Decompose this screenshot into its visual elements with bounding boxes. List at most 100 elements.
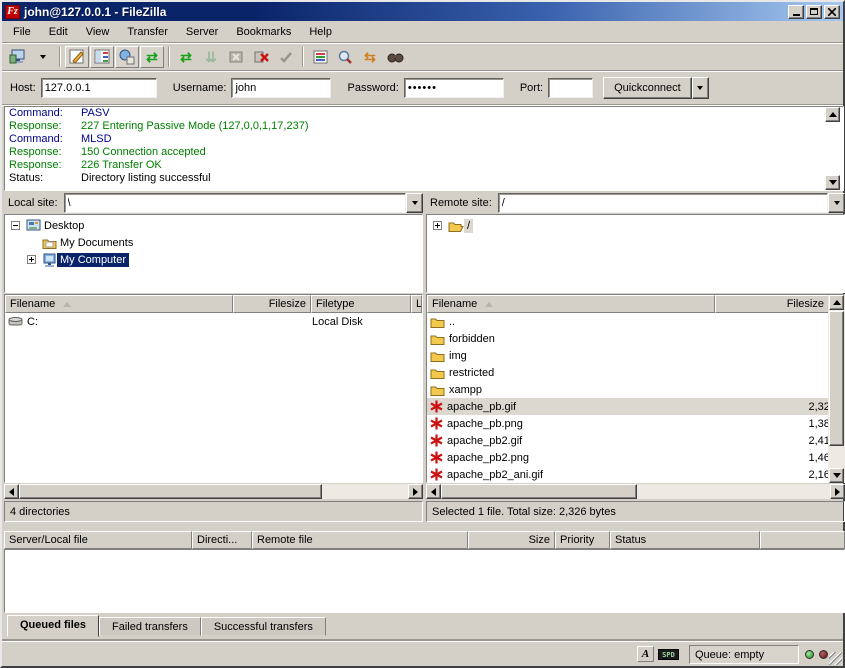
tree-item-label: My Computer bbox=[57, 253, 129, 267]
refresh-button[interactable]: ⇄ bbox=[174, 46, 198, 68]
remote-file-row[interactable]: .. bbox=[427, 313, 844, 330]
scroll-down-button[interactable] bbox=[825, 175, 840, 190]
expand-icon[interactable] bbox=[433, 221, 442, 230]
scrollbar-thumb[interactable] bbox=[829, 311, 844, 446]
column-header-last-modified[interactable]: L bbox=[411, 295, 422, 313]
cancel-operation-button[interactable] bbox=[224, 46, 248, 68]
remote-vscrollbar[interactable] bbox=[828, 295, 845, 483]
column-header-filetype[interactable]: Filetype bbox=[311, 295, 411, 313]
host-label: Host: bbox=[10, 82, 36, 94]
scroll-down-button[interactable] bbox=[829, 468, 844, 483]
remote-file-row[interactable]: apache_pb2_ani.gif2,160 bbox=[427, 466, 844, 483]
local-hscrollbar[interactable] bbox=[4, 484, 423, 499]
reconnect-button[interactable] bbox=[274, 46, 298, 68]
scroll-up-button[interactable] bbox=[829, 295, 844, 310]
tree-item-desktop[interactable]: Desktop bbox=[5, 217, 422, 234]
remote-file-row[interactable]: restricted bbox=[427, 364, 844, 381]
status-bar: A SPD Queue: empty bbox=[2, 641, 843, 666]
column-header-priority[interactable]: Priority bbox=[555, 531, 610, 549]
scroll-left-button[interactable] bbox=[426, 484, 441, 499]
scroll-up-button[interactable] bbox=[825, 107, 840, 122]
minimize-button[interactable] bbox=[788, 5, 804, 19]
menu-help[interactable]: Help bbox=[300, 24, 341, 40]
menu-view[interactable]: View bbox=[77, 24, 119, 40]
tree-item-my-documents[interactable]: My Documents bbox=[5, 234, 422, 251]
title-bar[interactable]: Fz john@127.0.0.1 - FileZilla bbox=[2, 2, 843, 21]
image-file-icon bbox=[430, 468, 443, 481]
tab-queued-files[interactable]: Queued files bbox=[7, 615, 99, 637]
menu-file[interactable]: File bbox=[4, 24, 40, 40]
password-input[interactable] bbox=[404, 78, 504, 98]
toggle-remote-tree-button[interactable] bbox=[115, 46, 139, 68]
local-status-text: 4 directories bbox=[10, 506, 70, 518]
remote-site-input[interactable] bbox=[498, 193, 828, 213]
tab-failed-transfers[interactable]: Failed transfers bbox=[99, 617, 201, 636]
column-header-remote-file[interactable]: Remote file bbox=[252, 531, 468, 549]
column-header-server-local-file[interactable]: Server/Local file bbox=[4, 531, 192, 549]
username-input[interactable] bbox=[231, 78, 331, 98]
queue-list[interactable] bbox=[4, 549, 845, 613]
quickconnect-button[interactable]: Quickconnect bbox=[603, 77, 692, 99]
resize-grip[interactable] bbox=[829, 652, 842, 665]
remote-hscrollbar[interactable] bbox=[426, 484, 845, 499]
username-label: Username: bbox=[173, 82, 227, 94]
port-input[interactable] bbox=[548, 78, 593, 98]
directory-comparison-button[interactable] bbox=[333, 46, 357, 68]
remote-site-dropdown[interactable] bbox=[828, 193, 845, 213]
toggle-transfer-queue-button[interactable]: ⇄ bbox=[140, 46, 164, 68]
remote-site-combo[interactable] bbox=[498, 193, 845, 213]
disconnect-button[interactable] bbox=[249, 46, 273, 68]
tree-item-my-computer[interactable]: My Computer bbox=[5, 251, 422, 268]
maximize-button[interactable] bbox=[806, 5, 822, 19]
toggle-local-tree-button[interactable] bbox=[90, 46, 114, 68]
synchronized-browsing-icon: ⇆ bbox=[364, 50, 376, 64]
scrollbar-thumb[interactable] bbox=[441, 484, 637, 499]
local-site-dropdown[interactable] bbox=[406, 193, 423, 213]
column-header-status[interactable]: Status bbox=[610, 531, 760, 549]
toggle-message-log-button[interactable] bbox=[65, 46, 89, 68]
column-header-filename[interactable]: Filename bbox=[427, 295, 715, 313]
scrollbar-thumb[interactable] bbox=[19, 484, 322, 499]
site-manager-button[interactable] bbox=[6, 46, 30, 68]
remote-file-row[interactable]: img bbox=[427, 347, 844, 364]
directory-filters-button[interactable] bbox=[308, 46, 332, 68]
chevron-down-icon bbox=[697, 86, 703, 90]
remote-list-header: Filename Filesize bbox=[427, 295, 844, 313]
chevron-down-icon bbox=[40, 55, 46, 59]
menu-bookmarks[interactable]: Bookmarks bbox=[227, 24, 300, 40]
scroll-right-button[interactable] bbox=[830, 484, 845, 499]
local-site-input[interactable] bbox=[64, 193, 406, 213]
find-files-button[interactable] bbox=[383, 46, 407, 68]
log-scrollbar[interactable] bbox=[823, 107, 840, 190]
remote-site-label: Remote site: bbox=[426, 197, 498, 209]
local-file-row[interactable]: C: Local Disk bbox=[5, 313, 422, 330]
close-button[interactable] bbox=[824, 5, 840, 19]
remote-file-row[interactable]: apache_pb.png1,385 bbox=[427, 415, 844, 432]
menu-server[interactable]: Server bbox=[177, 24, 227, 40]
column-header-filesize[interactable]: Filesize bbox=[715, 295, 829, 313]
column-header-filename[interactable]: Filename bbox=[5, 295, 233, 313]
column-header-direction[interactable]: Directi... bbox=[192, 531, 252, 549]
quickconnect-dropdown[interactable] bbox=[692, 77, 709, 99]
remote-file-row[interactable]: apache_pb2.gif2,414 bbox=[427, 432, 844, 449]
menu-transfer[interactable]: Transfer bbox=[118, 24, 177, 40]
scroll-right-button[interactable] bbox=[408, 484, 423, 499]
remote-file-row[interactable]: forbidden bbox=[427, 330, 844, 347]
column-header-size[interactable]: Size bbox=[468, 531, 555, 549]
process-queue-button[interactable]: ⇊ bbox=[199, 46, 223, 68]
collapse-icon[interactable] bbox=[11, 221, 20, 230]
tree-item-root[interactable]: / bbox=[427, 217, 844, 234]
folder-icon bbox=[430, 316, 445, 328]
menu-edit[interactable]: Edit bbox=[40, 24, 77, 40]
tab-successful-transfers[interactable]: Successful transfers bbox=[201, 617, 326, 636]
scroll-left-button[interactable] bbox=[4, 484, 19, 499]
expand-icon[interactable] bbox=[27, 255, 36, 264]
column-header-filesize[interactable]: Filesize bbox=[233, 295, 311, 313]
local-site-combo[interactable] bbox=[64, 193, 423, 213]
synchronized-browsing-button[interactable]: ⇆ bbox=[358, 46, 382, 68]
site-manager-dropdown[interactable] bbox=[31, 46, 55, 68]
remote-file-row[interactable]: apache_pb2.png1,463 bbox=[427, 449, 844, 466]
remote-file-row-selected[interactable]: apache_pb.gif2,326 bbox=[427, 398, 844, 415]
remote-file-row[interactable]: xampp bbox=[427, 381, 844, 398]
host-input[interactable] bbox=[41, 78, 157, 98]
